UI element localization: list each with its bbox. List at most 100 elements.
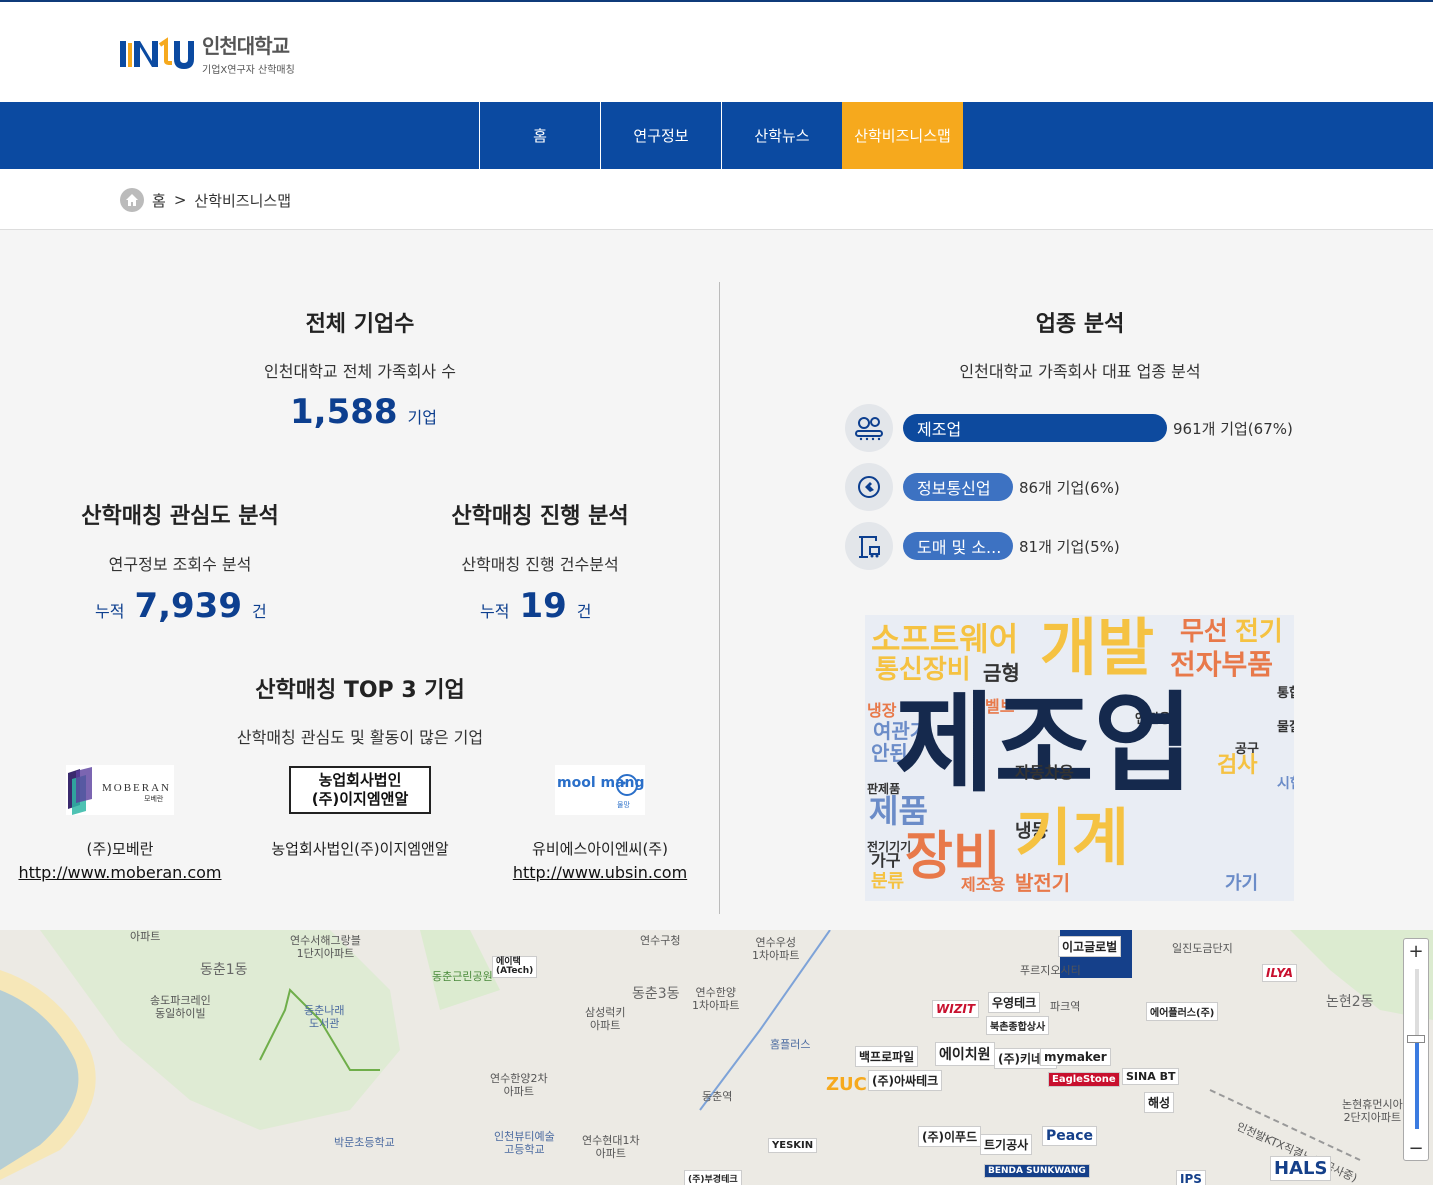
map-company-marker[interactable]: 에이치원: [935, 1042, 995, 1066]
nav-item-business-map[interactable]: 산학비즈니스맵: [842, 102, 963, 169]
company-name: (주)모베란: [86, 840, 154, 858]
interest-subtitle: 연구정보 조회수 분석: [108, 555, 252, 574]
map-company-marker[interactable]: 에어플러스(주): [1146, 1002, 1219, 1021]
industry-title: 업종 분석: [1035, 312, 1125, 337]
industry-bar: 정보통신업: [903, 473, 1013, 501]
map-place-label: 연수현대1차 아파트: [582, 1134, 640, 1161]
map-company-marker[interactable]: BENDA SUNKWANG: [984, 1164, 1090, 1178]
industry-label: 제조업: [917, 420, 962, 439]
site-logo[interactable]: 인천대학교 기업X연구자 산학매칭: [118, 30, 295, 76]
breadcrumb-home[interactable]: 홈: [152, 190, 166, 211]
nav-item-label: 홈: [533, 127, 547, 145]
nav-item-home[interactable]: 홈: [479, 102, 600, 169]
map-company-marker[interactable]: 북촌종합상사: [986, 1016, 1050, 1035]
map-place-label: 인천뷰티예술 고등학교: [494, 1130, 555, 1157]
industry-bar: 도매 및 소...: [903, 532, 1013, 560]
wordcloud-word: 냉장: [867, 701, 897, 720]
wordcloud-word: 무선: [1180, 617, 1228, 647]
map-company-marker[interactable]: 백프로파일: [855, 1046, 919, 1067]
map-company-marker[interactable]: ZUC: [826, 1074, 867, 1095]
company-link[interactable]: http://www.moberan.com: [0, 863, 240, 882]
moberan-logo[interactable]: MOBERAN 모베란: [66, 765, 174, 815]
map-place-label: 아파트: [130, 930, 161, 943]
industry-label: 도매 및 소...: [917, 538, 1002, 557]
industry-bar: 제조업: [903, 414, 1167, 442]
ezmnr-logo-text: 농업회사법인 (주)이지엠앤알: [311, 770, 409, 809]
plug-icon: [845, 463, 893, 511]
top3-company-1: (주)모베란 http://www.moberan.com: [0, 838, 240, 882]
logo-name: 인천대학교: [202, 34, 290, 58]
total-value: 1,588: [290, 392, 398, 432]
interest-unit: 건: [252, 602, 267, 621]
industry-row-3[interactable]: 도매 및 소... 81개 기업(5%): [845, 522, 1120, 570]
map-place-label: 일진도금단지: [1172, 942, 1233, 955]
map-company-marker[interactable]: 이고글로벌: [1058, 936, 1122, 957]
progress-value: 19: [519, 586, 567, 626]
map-company-marker[interactable]: Peace: [1042, 1126, 1097, 1146]
wordcloud-word: 개발: [1040, 615, 1155, 684]
breadcrumb-current: 산학비즈니스맵: [194, 191, 291, 210]
moberan-logo-sub: 모베란: [144, 794, 164, 803]
map-company-marker[interactable]: IPS: [1176, 1170, 1206, 1185]
industry-wordcloud: 소프트웨어 개발 무선 전기 통신장비 전자부품 금형 냉장 벨브 여관기 안된…: [865, 615, 1294, 901]
wordcloud-word: 물질: [1277, 720, 1294, 735]
map-place-label: 연수한양2차 아파트: [490, 1072, 548, 1099]
wordcloud-word: 가기: [1225, 873, 1259, 894]
map-company-marker[interactable]: YESKIN: [768, 1138, 818, 1153]
total-subtitle: 인천대학교 전체 가족회사 수: [264, 362, 456, 381]
map-place-label: 송도파크레인 동일하이빌: [150, 994, 211, 1021]
business-map[interactable]: 아파트 연수서해그랑블 1단지아파트 연수구청 연수우성 1차아파트 동춘1동 …: [0, 930, 1433, 1185]
interest-value: 7,939: [134, 586, 242, 626]
company-link[interactable]: http://www.ubsin.com: [480, 863, 720, 882]
map-place-label: 동춘나래 도서관: [304, 1004, 345, 1031]
map-company-marker[interactable]: mymaker: [1040, 1048, 1111, 1066]
industry-subtitle: 인천대학교 가족회사 대표 업종 분석: [959, 362, 1201, 381]
wordcloud-word: 발전기: [1015, 871, 1071, 895]
main-nav: 홈 연구정보 산학뉴스 산학비즈니스맵: [0, 102, 1433, 169]
map-place-label: 연수구청: [640, 934, 681, 947]
moolmang-logo-text: mool mang: [557, 775, 645, 791]
map-place-label: 연수한양 1차아파트: [692, 986, 740, 1013]
map-company-marker[interactable]: 에이택 (ATech): [492, 956, 538, 978]
progress-count: 누적 19 건: [480, 586, 592, 626]
ezmnr-logo[interactable]: 농업회사법인 (주)이지엠앤알: [289, 766, 431, 814]
map-company-marker[interactable]: (주)아싸테크: [868, 1070, 943, 1091]
map-company-marker[interactable]: 해성: [1144, 1092, 1175, 1113]
map-company-marker[interactable]: ILYA: [1262, 964, 1298, 982]
top3-company-3: 유비에스아이엔씨(주) http://www.ubsin.com: [480, 838, 720, 882]
zoom-out-button[interactable]: −: [1404, 1136, 1428, 1160]
zoom-in-button[interactable]: +: [1404, 939, 1428, 963]
map-place-label: 삼성럭키 아파트: [585, 1006, 626, 1033]
map-company-marker[interactable]: WIZIT: [932, 1000, 980, 1018]
breadcrumb-separator: >: [173, 191, 187, 209]
industry-value: 86개 기업(6%): [1019, 478, 1120, 497]
wordcloud-word: 제조용: [961, 875, 1006, 894]
moolmang-logo[interactable]: mool mang 물망: [555, 765, 645, 815]
map-company-marker[interactable]: (주)이푸드: [918, 1126, 982, 1147]
home-icon[interactable]: [120, 188, 144, 212]
wordcloud-word: 소프트웨어: [871, 620, 1019, 658]
wordcloud-word: 자동차용: [1015, 763, 1074, 782]
map-zoom-control: + −: [1403, 938, 1429, 1161]
zoom-slider-handle[interactable]: [1407, 1035, 1425, 1043]
nav-item-label: 산학뉴스: [754, 127, 810, 145]
industry-row-2[interactable]: 정보통신업 86개 기업(6%): [845, 463, 1120, 511]
map-company-marker[interactable]: (주)부경테크: [684, 1170, 742, 1185]
map-company-marker[interactable]: EagleStone: [1048, 1072, 1120, 1087]
map-company-marker[interactable]: HALS: [1270, 1156, 1332, 1181]
nav-item-news[interactable]: 산학뉴스: [721, 102, 842, 169]
map-company-marker[interactable]: SINA BT: [1122, 1068, 1180, 1085]
breadcrumb: 홈 > 산학비즈니스맵: [120, 188, 291, 212]
map-place-label: 연수서해그랑블 1단지아파트: [290, 934, 361, 961]
company-name: 농업회사법인(주)이지엠앤알: [271, 840, 449, 858]
map-company-marker[interactable]: 우영테크: [988, 992, 1041, 1013]
map-place-label: 동춘1동: [200, 962, 248, 978]
progress-prefix: 누적: [480, 602, 510, 621]
inu-logo-mark: [118, 33, 194, 73]
nav-item-research[interactable]: 연구정보: [600, 102, 721, 169]
industry-row-1[interactable]: 제조업 961개 기업(67%): [845, 404, 1293, 452]
progress-subtitle: 산학매칭 진행 건수분석: [461, 555, 619, 574]
moolmang-logo-sub: 물망: [617, 800, 630, 809]
map-company-marker[interactable]: 트기공사: [980, 1134, 1033, 1155]
wordcloud-word: 분류: [871, 871, 905, 892]
